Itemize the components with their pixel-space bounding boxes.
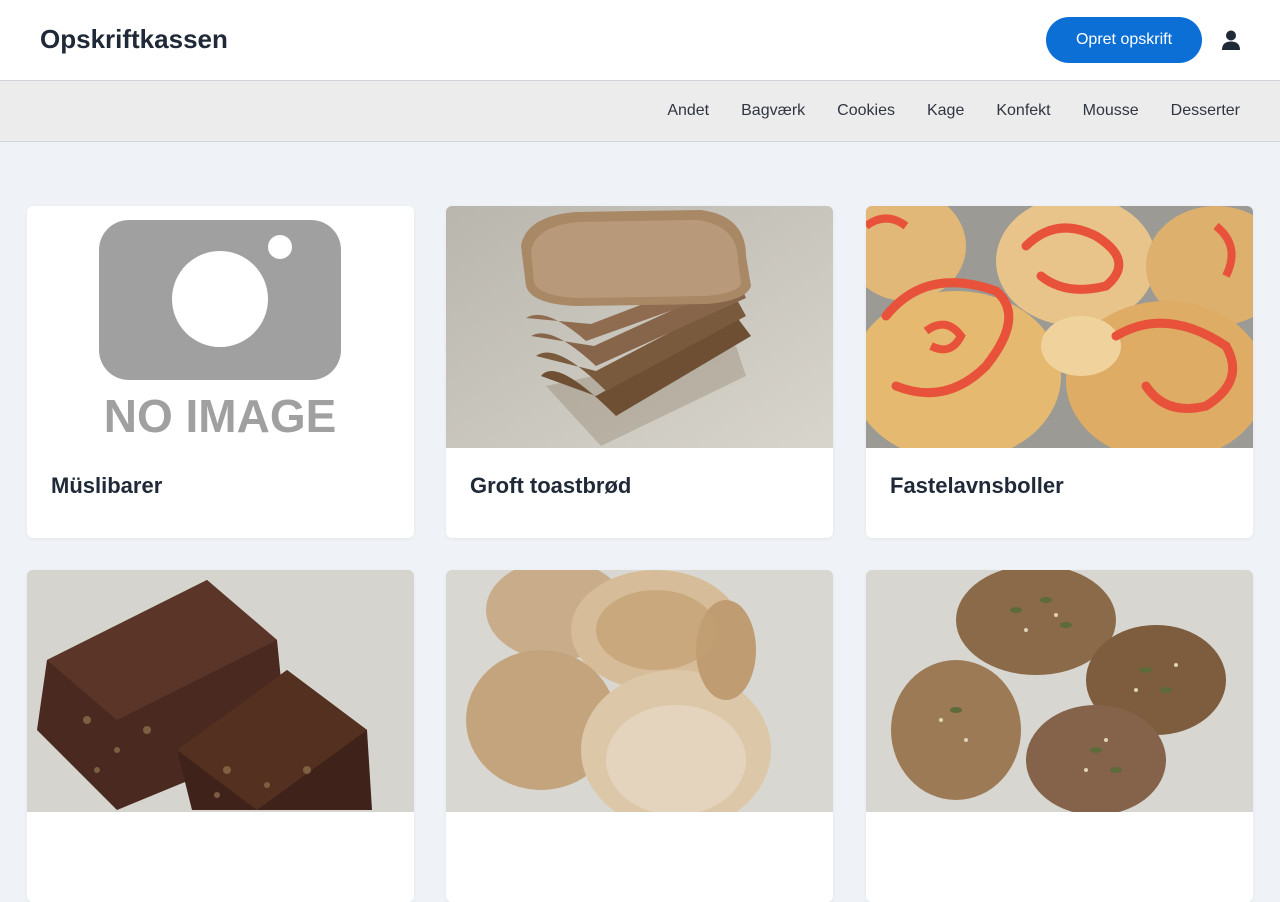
nav-item-desserter[interactable]: Desserter [1155, 102, 1256, 120]
site-logo[interactable]: Opskriftkassen [40, 24, 228, 54]
recipe-title [866, 812, 1253, 902]
recipe-image [866, 206, 1253, 448]
recipe-card[interactable] [27, 570, 414, 902]
recipe-image-placeholder: NO IMAGE [27, 206, 414, 448]
recipe-title: Müslibarer [51, 473, 163, 498]
recipe-image [866, 570, 1253, 812]
recipe-card[interactable] [866, 570, 1253, 902]
no-image-text: NO IMAGE [104, 390, 337, 442]
recipe-card[interactable]: NO IMAGE Müslibarer [27, 206, 414, 538]
nav-item-cookies[interactable]: Cookies [821, 102, 911, 120]
recipe-title: Groft toastbrød [470, 473, 632, 498]
recipe-card[interactable]: Groft toastbrød [446, 206, 833, 538]
recipe-image [27, 570, 414, 812]
nav-item-bagvaerk[interactable]: Bagværk [725, 102, 821, 120]
recipe-image [446, 206, 833, 448]
recipe-card[interactable] [446, 570, 833, 902]
recipe-title [27, 812, 414, 902]
user-icon[interactable] [1220, 29, 1242, 51]
nav-item-konfekt[interactable]: Konfekt [980, 102, 1066, 120]
recipe-image [446, 570, 833, 812]
recipe-card[interactable]: Fastelavnsboller [866, 206, 1253, 538]
recipe-title [446, 812, 833, 902]
category-nav: Andet Bagværk Cookies Kage Konfekt Mouss… [0, 81, 1280, 142]
category-list: Andet Bagværk Cookies Kage Konfekt Mouss… [651, 81, 1256, 141]
top-header: Opskriftkassen Opret opskrift [0, 0, 1280, 81]
recipe-title: Fastelavnsboller [890, 473, 1064, 498]
nav-item-andet[interactable]: Andet [651, 102, 725, 120]
nav-item-mousse[interactable]: Mousse [1067, 102, 1155, 120]
create-recipe-button[interactable]: Opret opskrift [1046, 17, 1202, 63]
nav-item-kage[interactable]: Kage [911, 102, 980, 120]
